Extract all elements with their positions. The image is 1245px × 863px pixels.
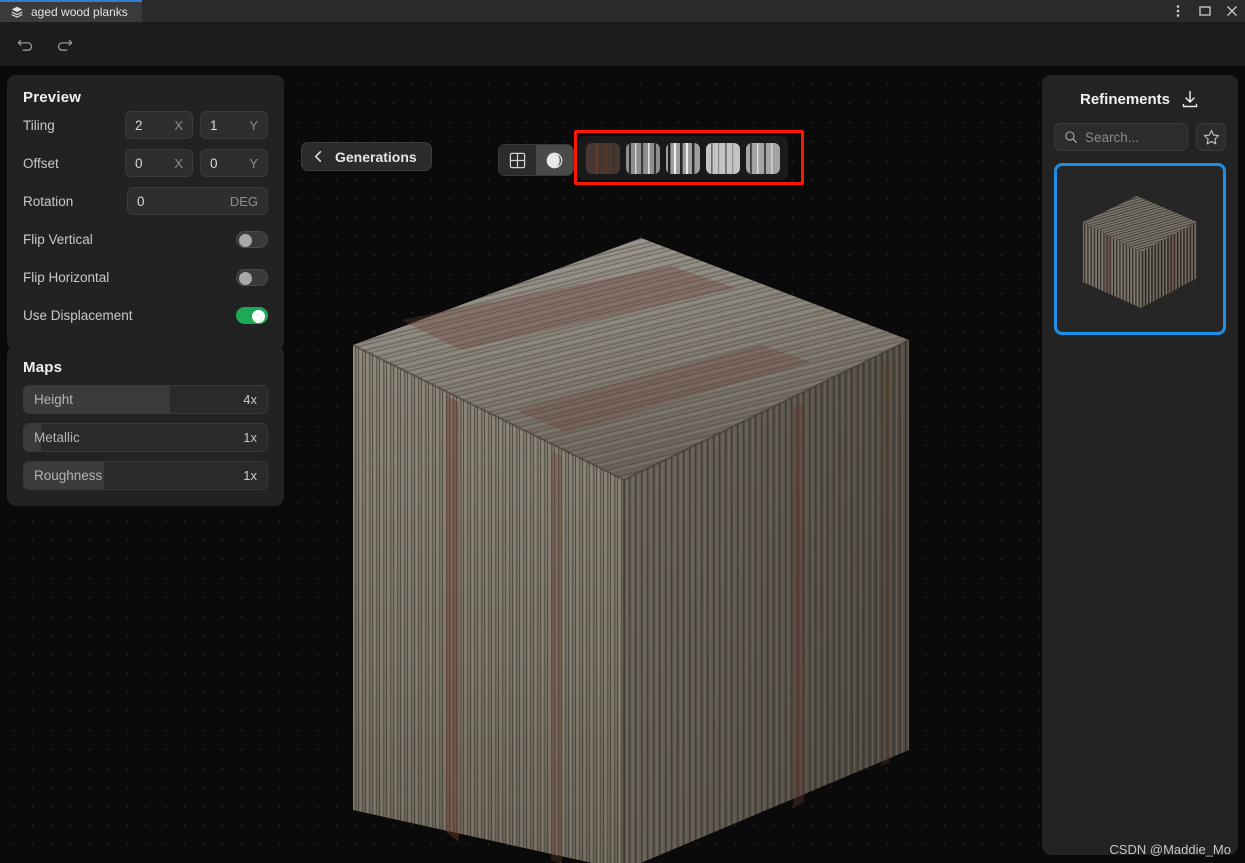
flip-horizontal-toggle[interactable] [236, 268, 268, 286]
offset-x-input[interactable]: 0 X [125, 149, 193, 177]
grid-view-button[interactable] [499, 145, 536, 175]
wood-cube-thumbnail [1065, 174, 1215, 324]
slider-label: Roughness [34, 468, 103, 483]
use-displacement-row: Use Displacement [23, 296, 268, 334]
tab-title: aged wood planks [31, 5, 128, 19]
toggle-knob [239, 233, 252, 247]
slider-value: 4x [243, 392, 257, 407]
watermark-text: CSDN @Maddie_Mo [1109, 842, 1231, 857]
tiling-x-value: 2 [135, 117, 143, 133]
layers-icon [10, 5, 24, 19]
offset-x-value: 0 [135, 155, 143, 171]
toggle-knob [239, 271, 252, 285]
view-mode-toggle [498, 144, 574, 176]
slider-value: 1x [243, 430, 257, 445]
flip-vertical-row: Flip Vertical [23, 220, 268, 258]
search-placeholder: Search... [1085, 129, 1140, 145]
viewport-canvas[interactable]: Preview Tiling 2 X 1 Y Offset 0 X 0 Y Ro… [0, 66, 1245, 863]
tiling-y-unit: Y [249, 117, 258, 133]
search-icon [1064, 130, 1078, 144]
search-input[interactable]: Search... [1054, 123, 1188, 151]
flip-horizontal-row: Flip Horizontal [23, 258, 268, 296]
preview-panel: Preview Tiling 2 X 1 Y Offset 0 X 0 Y Ro… [7, 75, 284, 350]
rotation-unit: DEG [229, 193, 258, 209]
toggle-knob [252, 309, 265, 323]
star-icon [1203, 129, 1220, 146]
tiling-label: Tiling [23, 117, 55, 133]
use-displacement-toggle[interactable] [236, 306, 268, 324]
download-icon[interactable] [1180, 89, 1200, 109]
refinements-header: Refinements [1054, 87, 1226, 111]
refinements-title: Refinements [1079, 90, 1171, 108]
favorite-filter-button[interactable] [1196, 123, 1226, 151]
slider-value: 1x [243, 468, 257, 483]
map-thumbnail-metallic[interactable] [746, 142, 780, 174]
maximize-icon[interactable] [1198, 4, 1212, 18]
refinements-search-row: Search... [1054, 123, 1226, 151]
flip-horizontal-label: Flip Horizontal [23, 269, 110, 285]
offset-y-unit: Y [249, 155, 258, 171]
flip-vertical-label: Flip Vertical [23, 231, 93, 247]
preview-panel-title: Preview [23, 89, 82, 106]
title-bar: aged wood planks [0, 0, 1245, 22]
chevron-left-icon [311, 149, 326, 164]
slider-label: Height [34, 392, 74, 407]
slider-label: Metallic [34, 430, 80, 445]
refinements-panel: Refinements Search... [1042, 75, 1238, 855]
map-thumbnail-normal[interactable] [626, 142, 660, 174]
refinement-card-selected[interactable] [1054, 163, 1226, 335]
tiling-row: Tiling 2 X 1 Y [23, 106, 268, 144]
rotation-label: Rotation [23, 193, 74, 209]
map-thumbnail-roughness[interactable] [706, 142, 740, 174]
redo-icon[interactable] [48, 29, 80, 59]
map-slider-metallic[interactable]: Metallic 1x [23, 423, 268, 452]
edit-toolbar [0, 22, 1245, 66]
map-slider-roughness[interactable]: Roughness 1x [23, 461, 268, 490]
rotation-value: 0 [137, 193, 145, 209]
close-icon[interactable] [1225, 4, 1239, 18]
rotation-input[interactable]: 0 DEG [127, 187, 268, 215]
offset-row: Offset 0 X 0 Y [23, 144, 268, 182]
tiling-y-input[interactable]: 1 Y [200, 111, 268, 139]
use-displacement-label: Use Displacement [23, 307, 133, 323]
map-thumbnail-albedo[interactable] [586, 142, 620, 174]
maps-panel-title: Maps [23, 359, 63, 376]
material-preview-cube[interactable] [341, 170, 911, 863]
map-thumbnail-height[interactable] [666, 142, 700, 174]
undo-icon[interactable] [10, 29, 42, 59]
maps-panel: Maps Height 4x Metallic 1x Roughness 1x [7, 345, 284, 506]
offset-y-value: 0 [210, 155, 218, 171]
sphere-icon [545, 151, 564, 170]
tiling-x-input[interactable]: 2 X [125, 111, 193, 139]
offset-y-input[interactable]: 0 Y [200, 149, 268, 177]
kebab-menu-icon[interactable] [1171, 4, 1185, 18]
document-tab[interactable]: aged wood planks [0, 0, 142, 22]
flip-vertical-toggle[interactable] [236, 230, 268, 248]
tiling-x-unit: X [174, 117, 183, 133]
offset-label: Offset [23, 155, 59, 171]
material-sphere-view-button[interactable] [536, 145, 573, 175]
grid-icon [509, 152, 526, 169]
map-thumbnail-strip [578, 136, 788, 180]
generations-label: Generations [335, 148, 417, 165]
map-slider-height[interactable]: Height 4x [23, 385, 268, 414]
window-controls [1171, 0, 1239, 22]
tiling-y-value: 1 [210, 117, 218, 133]
generations-button[interactable]: Generations [301, 142, 432, 171]
rotation-row: Rotation 0 DEG [23, 182, 268, 220]
offset-x-unit: X [174, 155, 183, 171]
application-window: aged wood planks Preview Tiling 2 X 1 Y … [0, 0, 1245, 863]
